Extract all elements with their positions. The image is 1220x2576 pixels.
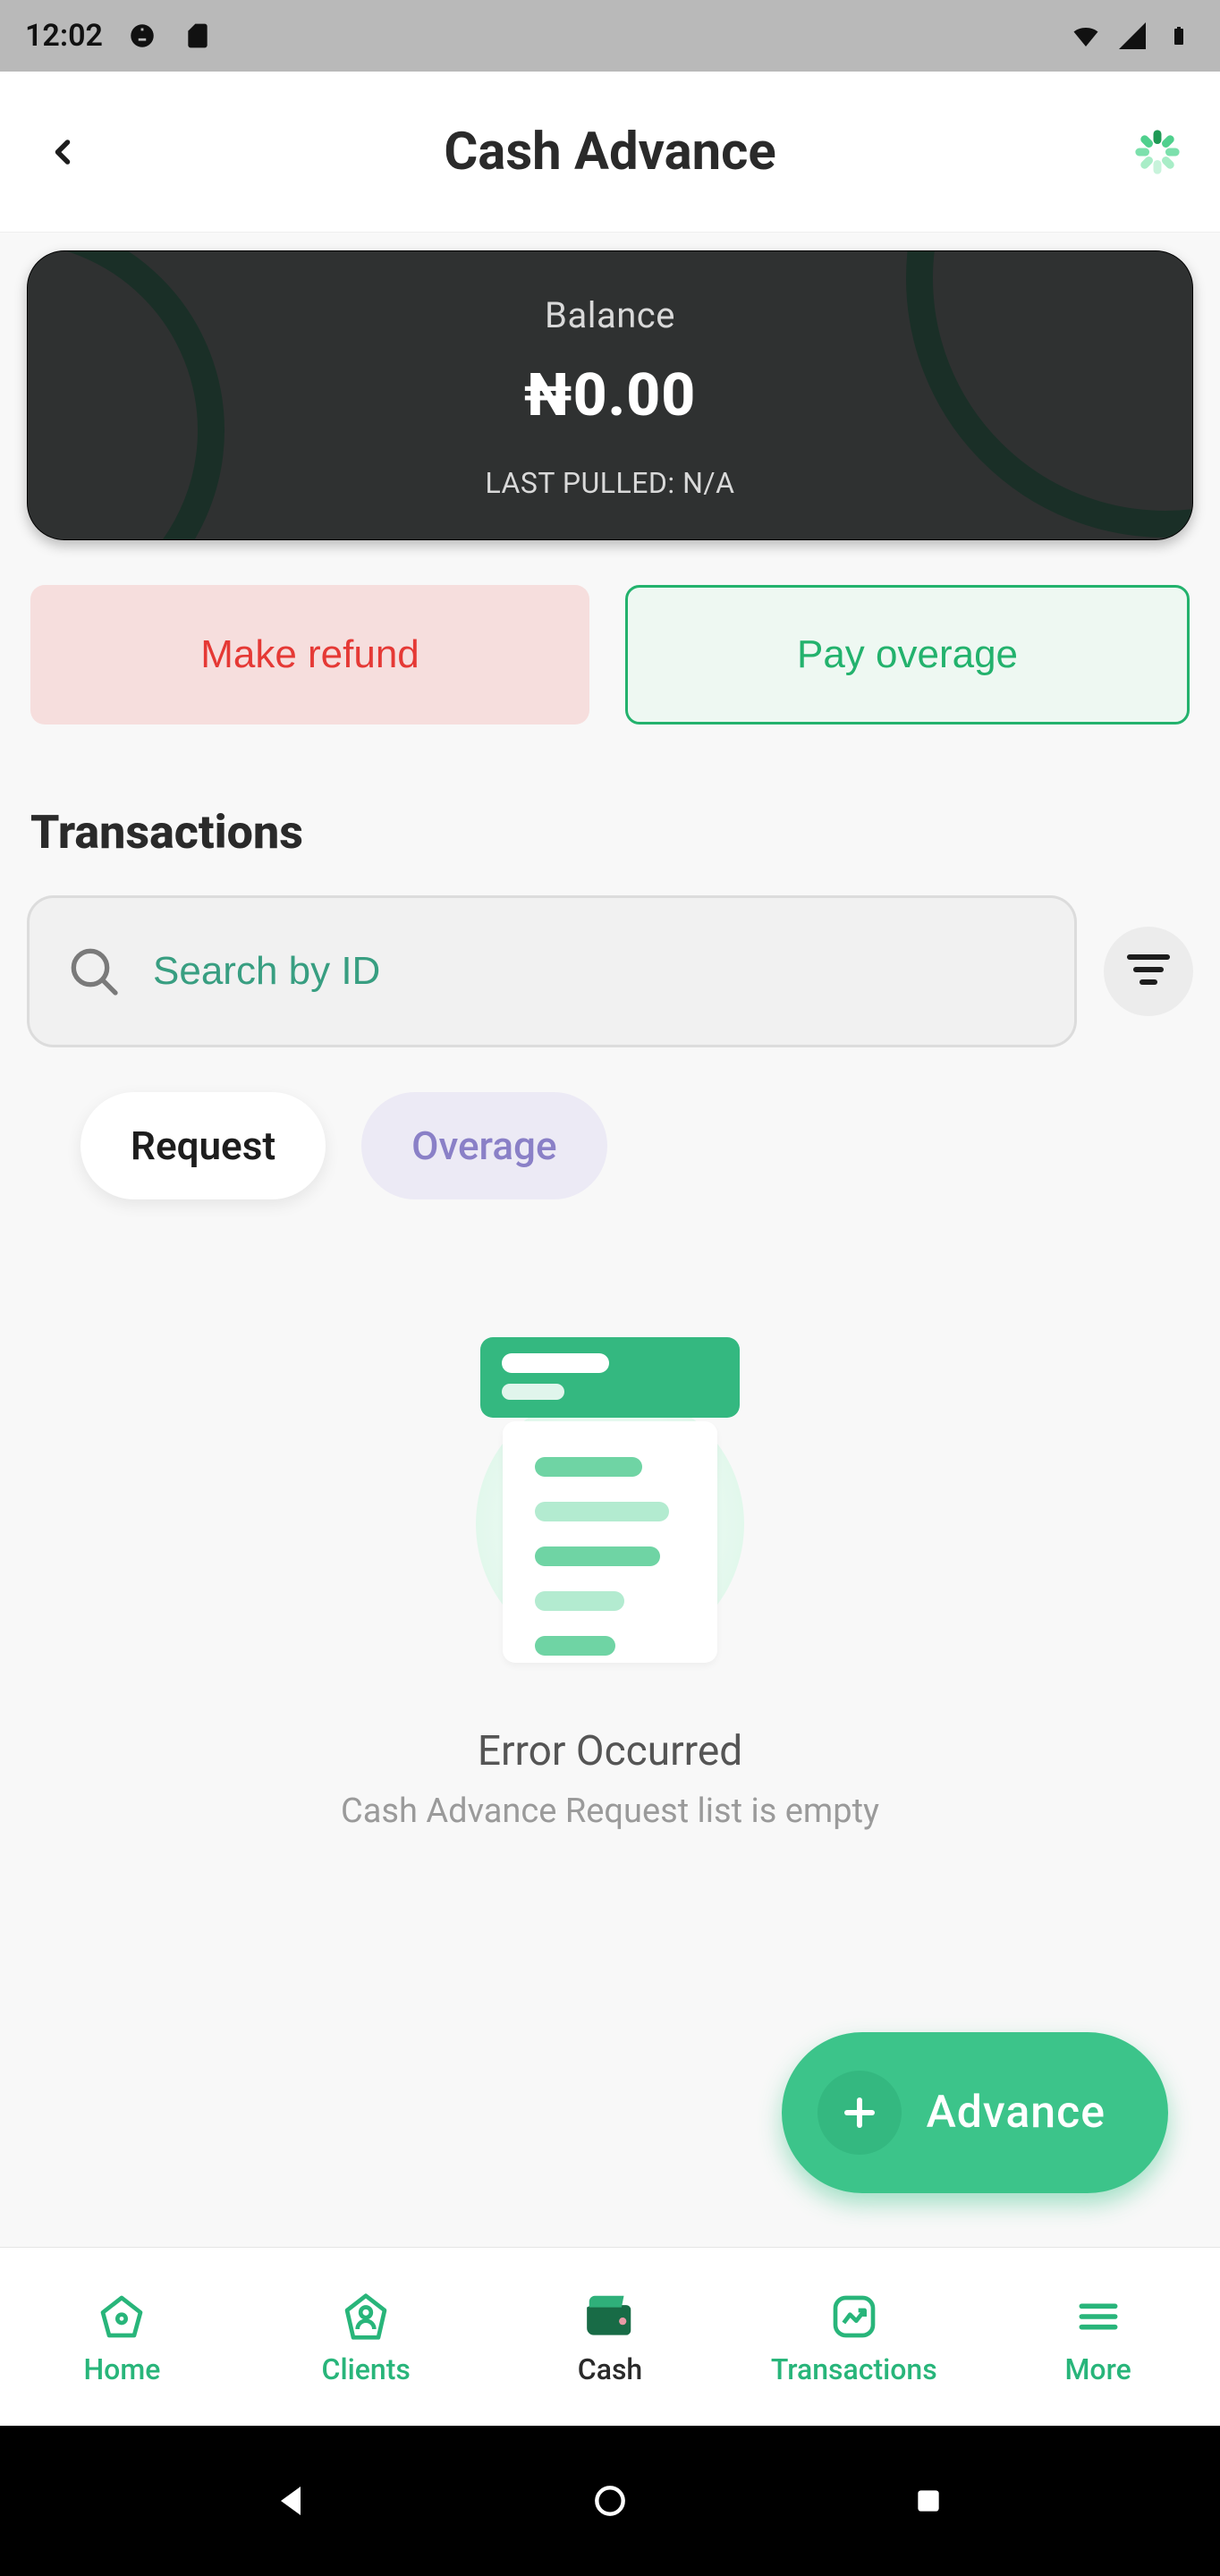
clients-icon xyxy=(337,2288,394,2345)
back-button[interactable] xyxy=(36,125,89,179)
tab-label: Clients xyxy=(322,2352,411,2386)
filter-icon xyxy=(1123,945,1173,998)
balance-amount: ₦0.00 xyxy=(64,361,1156,430)
tab-clients[interactable]: Clients xyxy=(244,2288,488,2386)
android-home-button[interactable] xyxy=(583,2474,637,2528)
tab-more[interactable]: More xyxy=(976,2288,1220,2386)
cell-signal-icon xyxy=(1116,20,1148,52)
android-back-button[interactable] xyxy=(265,2474,318,2528)
menu-icon xyxy=(1070,2288,1127,2345)
page-title: Cash Advance xyxy=(89,122,1131,182)
search-icon xyxy=(65,943,123,1000)
empty-subtitle: Cash Advance Request list is empty xyxy=(341,1792,879,1831)
android-overview-button[interactable] xyxy=(902,2474,955,2528)
plus-icon xyxy=(818,2071,902,2155)
search-box[interactable] xyxy=(27,895,1077,1047)
filter-button[interactable] xyxy=(1104,927,1193,1016)
wallet-icon xyxy=(581,2288,639,2345)
tab-label: More xyxy=(1064,2352,1131,2386)
search-input[interactable] xyxy=(153,949,1047,994)
tab-transactions[interactable]: Transactions xyxy=(732,2288,976,2386)
battery-icon xyxy=(1163,20,1195,52)
transactions-title: Transactions xyxy=(30,805,1193,860)
tab-label: Transactions xyxy=(771,2352,937,2386)
tab-home[interactable]: Home xyxy=(0,2288,244,2386)
empty-state: Error Occurred Cash Advance Request list… xyxy=(27,1334,1193,1831)
pay-overage-button[interactable]: Pay overage xyxy=(625,585,1190,724)
notification-icon xyxy=(126,20,158,52)
android-nav-bar xyxy=(0,2426,1220,2576)
home-icon xyxy=(93,2288,150,2345)
transactions-icon xyxy=(826,2288,883,2345)
bottom-tab-bar: Home Clients Cash Transactions More xyxy=(0,2247,1220,2426)
tab-label: Cash xyxy=(578,2352,642,2386)
wifi-icon xyxy=(1070,20,1102,52)
tab-label: Home xyxy=(83,2352,160,2386)
balance-card: Balance ₦0.00 LAST PULLED: N/A xyxy=(27,250,1193,540)
empty-title: Error Occurred xyxy=(478,1727,742,1775)
sd-card-icon xyxy=(182,20,214,52)
android-status-bar: 12:02 xyxy=(0,0,1220,72)
advance-fab-button[interactable]: Advance xyxy=(782,2032,1168,2193)
balance-label: Balance xyxy=(64,294,1156,336)
tab-request[interactable]: Request xyxy=(80,1092,326,1199)
empty-list-icon xyxy=(440,1334,780,1674)
tab-overage[interactable]: Overage xyxy=(361,1092,606,1199)
balance-last-pulled: LAST PULLED: N/A xyxy=(64,466,1156,500)
app-header: Cash Advance xyxy=(0,72,1220,233)
status-time: 12:02 xyxy=(25,18,103,54)
loading-spinner-icon xyxy=(1131,125,1184,179)
tab-cash[interactable]: Cash xyxy=(488,2288,733,2386)
make-refund-button[interactable]: Make refund xyxy=(30,585,589,724)
fab-label: Advance xyxy=(927,2087,1106,2139)
